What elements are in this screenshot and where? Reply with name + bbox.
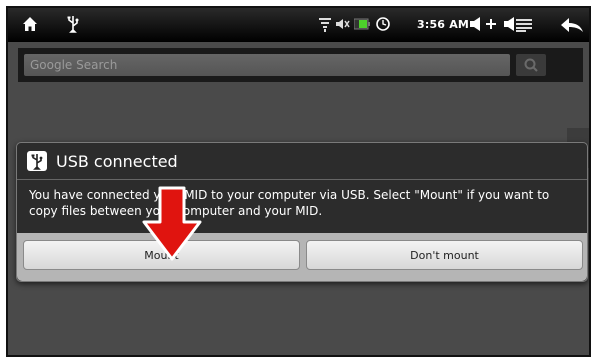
alarm-icon: [376, 17, 390, 31]
home-icon[interactable]: [22, 16, 38, 32]
usb-icon: [67, 16, 79, 33]
search-button[interactable]: [516, 54, 546, 76]
search-input[interactable]: Google Search: [24, 54, 510, 76]
search-bar: Google Search: [18, 48, 583, 82]
status-bar: 3:56 AM: [8, 8, 589, 42]
volume-up-icon[interactable]: [470, 17, 500, 31]
dialog-button-bar: Mount Don't mount: [17, 233, 587, 281]
dialog-divider: [17, 179, 587, 180]
battery-icon: [354, 18, 370, 30]
usb-icon: [27, 150, 47, 171]
dialog-title: USB connected: [27, 150, 178, 172]
mute-icon: [336, 19, 350, 29]
device-screen: 3:56 AM Google Search USB connected You …: [6, 6, 591, 357]
menu-icon[interactable]: [516, 18, 532, 32]
search-icon: [524, 58, 538, 72]
status-clock: 3:56 AM: [417, 18, 470, 31]
usb-connected-dialog: USB connected You have connected your MI…: [16, 142, 588, 282]
dialog-title-text: USB connected: [56, 152, 178, 171]
arrow-down-icon: [142, 186, 202, 261]
dont-mount-button[interactable]: Don't mount: [306, 240, 583, 270]
wifi-icon: [319, 18, 331, 32]
dialog-message: You have connected your MID to your comp…: [29, 188, 550, 218]
back-icon[interactable]: [560, 17, 584, 33]
